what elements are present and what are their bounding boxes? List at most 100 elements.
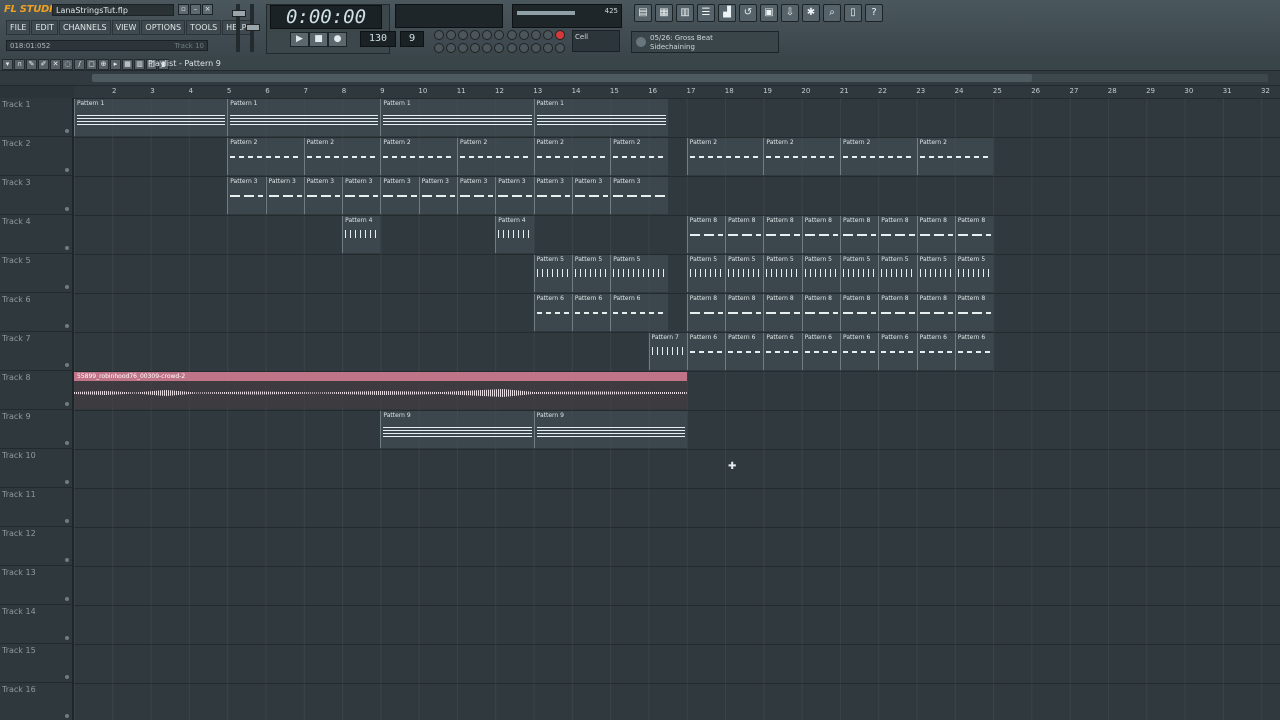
- pattern-clip[interactable]: Pattern 6: [840, 333, 879, 370]
- pattern-clip[interactable]: Pattern 8: [916, 216, 955, 253]
- track-header[interactable]: Track 2: [0, 137, 74, 176]
- track-header[interactable]: Track 1: [0, 98, 74, 137]
- option-toggle[interactable]: [530, 42, 541, 53]
- step-sequencer-icon[interactable]: ▦: [655, 4, 673, 22]
- pattern-clip[interactable]: Pattern 8: [840, 294, 879, 331]
- pattern-clip[interactable]: Pattern 8: [954, 216, 994, 253]
- menu-view[interactable]: VIEW: [111, 20, 141, 35]
- pattern-clip[interactable]: Pattern 6: [954, 333, 994, 370]
- time-display[interactable]: 0:00:00: [270, 5, 382, 29]
- option-toggle[interactable]: [542, 42, 553, 53]
- pattern-clip[interactable]: Pattern 5: [725, 255, 764, 292]
- pattern-clip[interactable]: Pattern 3: [418, 177, 457, 214]
- record-button[interactable]: ●: [328, 32, 347, 47]
- tempo-display[interactable]: 130: [360, 31, 396, 47]
- settings-icon[interactable]: ✱: [802, 4, 820, 22]
- track-handle-icon[interactable]: [65, 402, 69, 406]
- pattern-clip[interactable]: Pattern 2: [686, 138, 764, 175]
- pattern-clip[interactable]: Pattern 6: [610, 294, 668, 331]
- track-handle-icon[interactable]: [65, 597, 69, 601]
- menu-options[interactable]: OPTIONS: [141, 20, 186, 35]
- pattern-clip[interactable]: Pattern 8: [954, 294, 994, 331]
- track-header[interactable]: Track 14: [0, 605, 74, 644]
- playlist-grid[interactable]: Pattern 1 Pattern 1 Pattern 1 Pattern 1 Patt…: [74, 98, 1280, 720]
- pattern-clip[interactable]: Pattern 1: [227, 99, 381, 136]
- option-toggle[interactable]: [458, 30, 469, 40]
- undo-icon[interactable]: ↺: [739, 4, 757, 22]
- pattern-clip[interactable]: Pattern 3: [380, 177, 419, 214]
- pattern-clip[interactable]: Pattern 8: [801, 216, 840, 253]
- search-icon[interactable]: ⌕: [823, 4, 841, 22]
- browser-icon[interactable]: ☰: [697, 4, 715, 22]
- track-handle-icon[interactable]: [65, 675, 69, 679]
- track-header[interactable]: Track 10: [0, 449, 74, 488]
- audio-clip[interactable]: 55899_robinhood76_00309-crowd-2: [74, 372, 687, 409]
- pattern-clip[interactable]: Pattern 8: [725, 294, 764, 331]
- pattern-clip[interactable]: Pattern 5: [878, 255, 917, 292]
- pattern-clip[interactable]: Pattern 2: [840, 138, 917, 175]
- option-toggle[interactable]: [482, 30, 493, 40]
- pattern-clip[interactable]: Pattern 2: [916, 138, 994, 175]
- pattern-clip[interactable]: Pattern 1: [380, 99, 534, 136]
- track-header[interactable]: Track 6: [0, 293, 74, 332]
- pattern-clip[interactable]: Pattern 5: [840, 255, 879, 292]
- menu-arrow-icon[interactable]: ▾: [2, 59, 13, 70]
- pattern-clip[interactable]: Pattern 6: [763, 333, 802, 370]
- track-handle-icon[interactable]: [65, 519, 69, 523]
- pattern-clip[interactable]: Pattern 8: [763, 294, 802, 331]
- pattern-clip[interactable]: Pattern 1: [533, 99, 668, 136]
- scroll-thumb[interactable]: [92, 74, 1032, 82]
- pattern-clip[interactable]: Pattern 6: [916, 333, 955, 370]
- brush-icon[interactable]: ✐: [38, 59, 49, 70]
- pattern-clip[interactable]: Pattern 2: [303, 138, 381, 175]
- option-toggle[interactable]: [446, 30, 457, 40]
- option-toggle[interactable]: [530, 30, 541, 40]
- pattern-clip[interactable]: Pattern 8: [725, 216, 764, 253]
- pattern-icon[interactable]: ▦: [122, 59, 133, 70]
- track-header[interactable]: Track 4: [0, 215, 74, 254]
- mixer-icon[interactable]: ▟: [718, 4, 736, 22]
- mute-icon[interactable]: ◌: [62, 59, 73, 70]
- pattern-clip[interactable]: Pattern 6: [686, 333, 726, 370]
- pattern-clip[interactable]: Pattern 6: [571, 294, 611, 331]
- zoom-icon[interactable]: ⊕: [98, 59, 109, 70]
- option-toggle[interactable]: [434, 42, 444, 53]
- option-toggle[interactable]: [518, 30, 529, 40]
- pattern-clip[interactable]: Pattern 8: [878, 216, 917, 253]
- track-handle-icon[interactable]: [65, 129, 69, 133]
- slice-icon[interactable]: /: [74, 59, 85, 70]
- pattern-clip[interactable]: Pattern 8: [686, 216, 726, 253]
- pattern-clip[interactable]: Pattern 6: [801, 333, 840, 370]
- track-handle-icon[interactable]: [65, 636, 69, 640]
- play-button[interactable]: ▶: [290, 32, 309, 47]
- minimize-button[interactable]: –: [190, 4, 201, 15]
- pattern-clip[interactable]: Pattern 5: [533, 255, 572, 292]
- track-header[interactable]: Track 5: [0, 254, 74, 293]
- pattern-clip[interactable]: Pattern 2: [610, 138, 668, 175]
- pattern-clip[interactable]: Pattern 8: [878, 294, 917, 331]
- playback-icon[interactable]: ▸: [110, 59, 121, 70]
- pattern-clip[interactable]: Pattern 5: [916, 255, 955, 292]
- pattern-clip[interactable]: Pattern 3: [571, 177, 611, 214]
- pattern-clip[interactable]: Pattern 9: [533, 411, 687, 448]
- track-header[interactable]: Track 13: [0, 566, 74, 605]
- pattern-clip[interactable]: Pattern 4: [342, 216, 381, 253]
- pattern-clip[interactable]: Pattern 3: [495, 177, 534, 214]
- tutorial-browser[interactable]: 05/26: Gross Beat Sidechaining: [631, 31, 779, 53]
- option-toggle[interactable]: [542, 30, 553, 40]
- option-toggle[interactable]: [554, 42, 565, 53]
- pencil-icon[interactable]: ✎: [26, 59, 37, 70]
- pattern-clip[interactable]: Pattern 6: [878, 333, 917, 370]
- track-header[interactable]: Track 9: [0, 410, 74, 449]
- track-header[interactable]: Track 12: [0, 527, 74, 566]
- option-toggle[interactable]: [434, 30, 444, 40]
- menu-channels[interactable]: CHANNELS: [58, 20, 111, 35]
- track-header[interactable]: Track 15: [0, 644, 74, 683]
- pattern-clip[interactable]: Pattern 9: [380, 411, 534, 448]
- pattern-clip[interactable]: Pattern 8: [686, 294, 726, 331]
- track-handle-icon[interactable]: [65, 246, 69, 250]
- pattern-clip[interactable]: Pattern 6: [725, 333, 764, 370]
- help-icon[interactable]: ?: [865, 4, 883, 22]
- pattern-clip[interactable]: Pattern 8: [801, 294, 840, 331]
- pattern-clip[interactable]: Pattern 5: [801, 255, 840, 292]
